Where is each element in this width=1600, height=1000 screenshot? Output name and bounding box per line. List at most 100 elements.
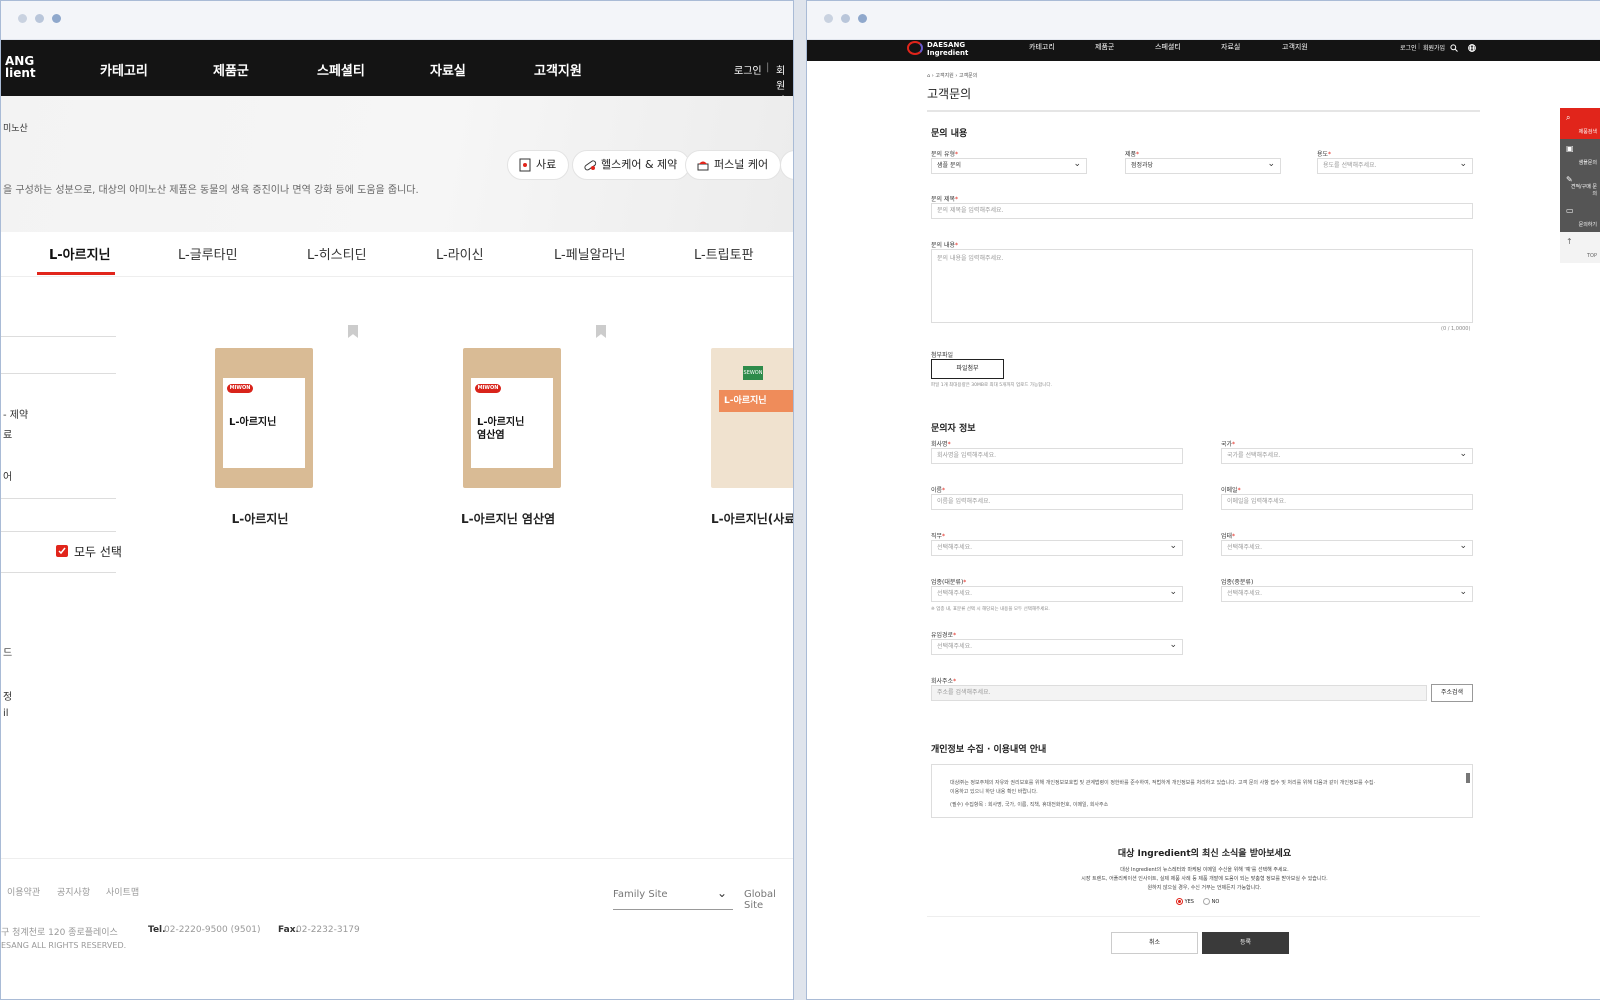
product-name[interactable]: L-아르지닌 — [160, 510, 360, 527]
scrollbar-thumb[interactable] — [1466, 773, 1470, 783]
newsletter-no-radio[interactable]: NO — [1203, 898, 1219, 905]
family-site-label: Family Site — [613, 889, 668, 900]
filter-item[interactable]: - 제약 — [3, 406, 28, 421]
nav-specialty[interactable]: 스페셜티 — [317, 60, 365, 79]
package-label: L-아르지닌 — [719, 390, 793, 412]
tab-tryptophan[interactable]: L-트립토판 — [694, 244, 754, 263]
footer-link-notice[interactable]: 공지사항 — [57, 885, 90, 898]
breadcrumb: 미노산 — [3, 124, 28, 134]
product-name[interactable]: L-아르지닌(사료용 — [711, 510, 793, 527]
name-input[interactable]: 이름을 입력해주세요. — [931, 494, 1183, 510]
nav-category[interactable]: 카테고리 — [1029, 42, 1055, 52]
filter-item[interactable]: 료 — [3, 426, 12, 441]
brand-logo: MIWON — [475, 384, 501, 393]
tab-glutamine[interactable]: L-글루타민 — [178, 244, 238, 263]
field-label: 국가* — [1221, 441, 1236, 448]
chip-personal-care[interactable]: 퍼스널 케어 — [685, 150, 782, 180]
window-dot-icon — [18, 14, 27, 23]
chip-more[interactable] — [780, 150, 793, 180]
country-select[interactable]: 국가를 선택해주세요. — [1221, 447, 1473, 464]
newsletter-yes-radio[interactable]: YES — [1176, 898, 1194, 905]
global-site-select[interactable]: Global Site — [744, 889, 793, 911]
nav-resources[interactable]: 자료실 — [1221, 42, 1240, 52]
breadcrumb-item[interactable]: 고객지원 — [935, 73, 953, 79]
product-image: SEWON L-아르지닌 — [711, 348, 793, 488]
category-description: 을 구성하는 성분으로, 대상의 아미노산 제품은 동물의 생육 증진이나 면역… — [3, 185, 419, 196]
content-textarea[interactable]: 문의 내용을 입력해주세요. — [931, 249, 1473, 323]
brand-logo: MIWON — [227, 384, 253, 393]
bookmark-icon[interactable] — [348, 325, 358, 338]
nav-products[interactable]: 제품군 — [213, 60, 249, 79]
join-link[interactable]: 회원가입 — [1423, 43, 1445, 52]
chip-feed[interactable]: 사료 — [507, 150, 570, 180]
search-icon[interactable] — [1450, 44, 1458, 52]
family-site-select[interactable]: Family Site ⌄ — [613, 886, 733, 910]
chip-healthcare[interactable]: 헬스케어 & 제약 — [572, 150, 691, 180]
section-title-inquiry: 문의 내용 — [931, 129, 968, 139]
breadcrumb-item[interactable]: 고객문의 — [959, 73, 977, 79]
tab-arginine[interactable]: L-아르지닌 — [49, 244, 111, 263]
company-input[interactable]: 회사명을 입력해주세요. — [931, 448, 1183, 464]
tel-number: 02-2220-9500 (9501) — [164, 925, 261, 935]
nav-support[interactable]: 고객지원 — [534, 60, 582, 79]
privacy-textbox[interactable]: 대상㈜는 정보주체의 자유와 권리보호를 위해 개인정보보호법 및 관계법령이 … — [931, 764, 1473, 818]
divider — [927, 916, 1480, 917]
filter-divider — [1, 498, 116, 499]
bookmark-icon[interactable] — [596, 325, 606, 338]
char-counter: (0 / 1,0000) — [1441, 326, 1471, 332]
tab-histidine[interactable]: L-히스티딘 — [307, 244, 367, 263]
section-title-inquirer: 문의자 정보 — [931, 424, 976, 434]
site-logo[interactable]: ANG lient — [5, 55, 36, 79]
newsletter-description: 대상 Ingredient의 뉴스레터와 마케팅 이메일 수신을 위해 '예'를… — [1081, 867, 1328, 891]
usage-select[interactable]: 용도를 선택해주세요. — [1317, 157, 1473, 174]
home-icon[interactable]: ⌂ — [927, 73, 930, 79]
filter-item[interactable]: 드 — [3, 644, 12, 659]
field-label: 직무* — [931, 533, 946, 540]
field-label: 회사주소* — [931, 678, 957, 685]
nav-resources[interactable]: 자료실 — [430, 60, 466, 79]
filter-item[interactable]: il — [3, 708, 9, 719]
industry-major-select[interactable]: 선택해주세요. — [931, 585, 1183, 602]
login-link[interactable]: 로그인 — [734, 62, 762, 77]
industry-mid-select[interactable]: 선택해주세요. — [1221, 585, 1473, 602]
field-label: 업종(대분류)* — [931, 579, 967, 586]
quick-top[interactable]: ↑ TOP — [1560, 232, 1600, 263]
site-logo[interactable]: DAESANG Ingredient — [907, 41, 968, 57]
util-divider: | — [1418, 43, 1421, 50]
globe-icon[interactable] — [1468, 44, 1476, 52]
cancel-button[interactable]: 취소 — [1111, 932, 1198, 954]
quick-product-search[interactable]: ⌕ 제품검색 — [1560, 108, 1600, 139]
inquiry-type-select[interactable]: 샘플 문의 — [931, 157, 1087, 174]
subject-input[interactable]: 문의 제목을 입력해주세요. — [931, 203, 1473, 219]
nav-specialty[interactable]: 스페셜티 — [1155, 42, 1181, 52]
field-label: 이메일* — [1221, 487, 1241, 494]
nav-support[interactable]: 고객지원 — [1282, 42, 1308, 52]
email-input[interactable]: 이메일을 입력해주세요. — [1221, 494, 1473, 510]
product-name[interactable]: L-아르지닌 염산염 — [408, 510, 608, 527]
job-select[interactable]: 선택해주세요. — [931, 539, 1183, 556]
quick-quote-inquiry[interactable]: ✎ 견적/구매 문의 — [1560, 170, 1600, 201]
nav-category[interactable]: 카테고리 — [100, 60, 148, 79]
fax-number: 02-2232-3179 — [296, 925, 360, 935]
address-input[interactable]: 주소를 검색해주세요. — [931, 685, 1427, 701]
login-link[interactable]: 로그인 — [1400, 43, 1417, 52]
quick-contact[interactable]: ▭ 문의하기 — [1560, 201, 1600, 232]
cosmetic-icon — [697, 161, 709, 171]
attach-note: 파일 1개 최대용량은 30MB로 최대 5개까지 업로드 가능합니다. — [931, 383, 1052, 388]
filter-item[interactable]: 정 — [3, 688, 12, 703]
quick-sample-inquiry[interactable]: ▣ 샘플문의 — [1560, 139, 1600, 170]
brand-logo: SEWON — [743, 366, 763, 380]
submit-button[interactable]: 등록 — [1202, 932, 1289, 954]
route-select[interactable]: 선택해주세요. — [931, 638, 1183, 655]
footer-link-sitemap[interactable]: 사이트맵 — [106, 885, 139, 898]
footer-link-terms[interactable]: 이용약관 — [7, 885, 40, 898]
tab-lysine[interactable]: L-라이신 — [436, 244, 484, 263]
filter-item[interactable]: 어 — [3, 468, 12, 483]
address-search-button[interactable]: 주소검색 — [1431, 684, 1473, 702]
file-attach-button[interactable]: 파일첨부 — [931, 359, 1004, 379]
product-select[interactable]: 점정과당 — [1125, 157, 1281, 174]
position-select[interactable]: 선택해주세요. — [1221, 539, 1473, 556]
tab-phenylalanine[interactable]: L-페닐알라닌 — [554, 244, 626, 263]
left-title-bar — [1, 1, 793, 40]
nav-products[interactable]: 제품군 — [1095, 42, 1114, 52]
